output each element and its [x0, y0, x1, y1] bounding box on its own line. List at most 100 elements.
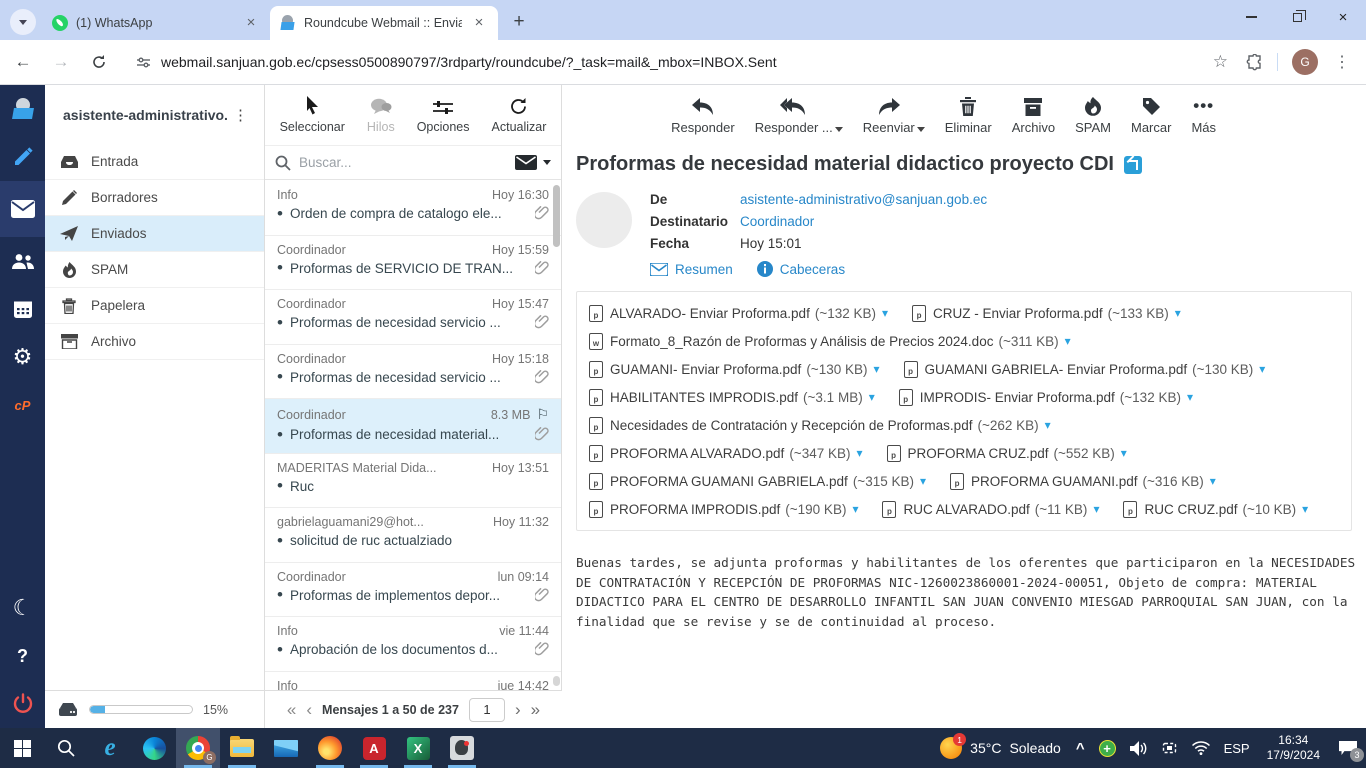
- headers-link[interactable]: Cabeceras: [756, 261, 845, 277]
- reply-all-button[interactable]: Responder ...: [755, 94, 833, 135]
- logout-button[interactable]: [0, 680, 45, 728]
- rail-item-mail[interactable]: [0, 181, 45, 237]
- attachment-item[interactable]: p PROFORMA GUAMANI.pdf (~316 KB) ▾: [950, 467, 1216, 495]
- tray-expand-icon[interactable]: ^: [1069, 740, 1092, 757]
- volume-icon[interactable]: [1123, 740, 1154, 756]
- close-tab-icon[interactable]: ×: [470, 14, 488, 32]
- taskbar-excel-button[interactable]: X: [396, 728, 440, 768]
- message-row-selected[interactable]: Coordinador 8.3 MB ⚐ • Proformas de necesid…: [265, 399, 561, 454]
- taskbar-ie-button[interactable]: e: [88, 728, 132, 768]
- folder-item-papelera[interactable]: Papelera: [45, 288, 264, 324]
- clock[interactable]: 16:34 17/9/2024: [1257, 733, 1330, 763]
- profile-avatar[interactable]: G: [1292, 49, 1318, 75]
- dark-mode-toggle[interactable]: ☾: [0, 584, 45, 632]
- minimize-button[interactable]: [1228, 0, 1274, 34]
- attachment-menu-icon[interactable]: ▾: [1065, 334, 1071, 348]
- next-page-button[interactable]: ›: [515, 701, 521, 718]
- message-row[interactable]: gabrielaguamani29@hot... Hoy 11:32 • solic…: [265, 508, 561, 563]
- attachment-item[interactable]: p RUC CRUZ.pdf (~10 KB) ▾: [1123, 495, 1308, 523]
- summary-link[interactable]: Resumen: [650, 262, 733, 277]
- attachment-item[interactable]: p Necesidades de Contratación y Recepción…: [589, 411, 1051, 439]
- close-window-button[interactable]: ×: [1320, 0, 1366, 34]
- attachment-item[interactable]: p ALVARADO- Enviar Proforma.pdf (~132 KB) ▾: [589, 299, 888, 327]
- prev-page-button[interactable]: ‹: [306, 701, 312, 718]
- first-page-button[interactable]: «: [287, 701, 296, 718]
- message-row[interactable]: Coordinador Hoy 15:47 • Proformas de neces…: [265, 290, 561, 345]
- attachment-item[interactable]: p GUAMANI- Enviar Proforma.pdf (~130 KB) ▾: [589, 355, 880, 383]
- address-bar[interactable]: webmail.sanjuan.gob.ec/cpsess0500890797/…: [124, 46, 1193, 78]
- quota-widget[interactable]: 15%: [45, 691, 265, 728]
- back-button[interactable]: ←: [8, 47, 38, 77]
- message-row[interactable]: Coordinador Hoy 15:59 • Proformas de SERVI…: [265, 236, 561, 290]
- folder-item-spam[interactable]: SPAM: [45, 252, 264, 288]
- search-scope-button[interactable]: [515, 155, 551, 170]
- delete-button[interactable]: Eliminar: [945, 94, 992, 135]
- attachment-menu-icon[interactable]: ▾: [852, 502, 858, 516]
- message-row[interactable]: Info vie 11:44 • Aprobación de los documen…: [265, 617, 561, 672]
- attachment-item[interactable]: p PROFORMA IMPRODIS.pdf (~190 KB) ▾: [589, 495, 858, 523]
- roundcube-logo[interactable]: [0, 85, 45, 133]
- attachment-item[interactable]: p GUAMANI GABRIELA- Enviar Proforma.pdf (~…: [903, 355, 1265, 383]
- weather-widget[interactable]: 1 35°C Soleado: [932, 733, 1069, 759]
- attachment-item[interactable]: w Formato_8_Razón de Proformas y Análisis…: [589, 327, 1071, 355]
- mark-button[interactable]: Marcar: [1131, 94, 1171, 135]
- taskbar-chrome-button[interactable]: G: [176, 728, 220, 768]
- list-scrollbar[interactable]: [553, 185, 560, 247]
- forward-button[interactable]: Reenviar: [863, 94, 915, 135]
- refresh-button[interactable]: Actualizar: [492, 94, 546, 134]
- attachment-menu-icon[interactable]: ▾: [869, 390, 875, 404]
- attachment-item[interactable]: p PROFORMA ALVARADO.pdf (~347 KB) ▾: [589, 439, 863, 467]
- start-button[interactable]: [0, 728, 44, 768]
- attachment-menu-icon[interactable]: ▾: [920, 474, 926, 488]
- folder-item-archivo[interactable]: Archivo: [45, 324, 264, 360]
- attachment-menu-icon[interactable]: ▾: [856, 446, 862, 460]
- attachment-item[interactable]: p IMPRODIS- Enviar Proforma.pdf (~132 KB) ▾: [898, 383, 1193, 411]
- message-row[interactable]: Coordinador lun 09:14 • Proformas de imple…: [265, 563, 561, 617]
- folder-item-borradores[interactable]: Borradores: [45, 180, 264, 216]
- last-page-button[interactable]: »: [531, 701, 540, 718]
- close-tab-icon[interactable]: ×: [242, 14, 260, 32]
- taskbar-acrobat-button[interactable]: A: [352, 728, 396, 768]
- search-input[interactable]: [299, 155, 515, 170]
- message-row[interactable]: MADERITAS Material Dida... Hoy 13:51 • Ruc: [265, 454, 561, 508]
- attachment-item[interactable]: p HABILITANTES IMPRODIS.pdf (~3.1 MB) ▾: [589, 383, 875, 411]
- rail-item-settings[interactable]: ⚙: [0, 333, 45, 381]
- forward-caret[interactable]: [916, 127, 925, 132]
- site-settings-icon[interactable]: [136, 55, 151, 70]
- rail-item-contacts[interactable]: [0, 237, 45, 285]
- taskbar-search-button[interactable]: [44, 728, 88, 768]
- antivirus-tray-icon[interactable]: +: [1092, 739, 1123, 757]
- forward-button[interactable]: →: [46, 47, 76, 77]
- attachment-menu-icon[interactable]: ▾: [1210, 474, 1216, 488]
- taskbar-firefox-button[interactable]: [308, 728, 352, 768]
- attachment-item[interactable]: p PROFORMA GUAMANI GABRIELA.pdf (~315 KB) ▾: [589, 467, 926, 495]
- tab-whatsapp[interactable]: (1) WhatsApp ×: [42, 6, 270, 40]
- attachment-menu-icon[interactable]: ▾: [1045, 418, 1051, 432]
- list-scrollbar-end[interactable]: [553, 676, 560, 686]
- attachment-menu-icon[interactable]: ▾: [1259, 362, 1265, 376]
- cast-icon[interactable]: [1154, 741, 1185, 755]
- archive-button[interactable]: Archivo: [1012, 94, 1055, 135]
- open-in-new-window-icon[interactable]: [1123, 155, 1142, 174]
- folder-item-enviados[interactable]: Enviados: [45, 216, 264, 252]
- attachment-menu-icon[interactable]: ▾: [1093, 502, 1099, 516]
- attachment-menu-icon[interactable]: ▾: [1175, 306, 1181, 320]
- taskbar-explorer-button[interactable]: [220, 728, 264, 768]
- taskbar-edge-button[interactable]: [132, 728, 176, 768]
- reply-button[interactable]: Responder: [671, 94, 735, 135]
- attachment-item[interactable]: p PROFORMA CRUZ.pdf (~552 KB) ▾: [886, 439, 1127, 467]
- flag-icon[interactable]: ⚐: [536, 406, 549, 423]
- tab-search-button[interactable]: [10, 9, 36, 35]
- rail-item-compose[interactable]: [0, 133, 45, 181]
- taskbar-java-app-button[interactable]: [440, 728, 484, 768]
- new-tab-button[interactable]: +: [506, 9, 532, 35]
- account-menu-icon[interactable]: ⋮: [227, 102, 254, 128]
- select-button[interactable]: Seleccionar: [280, 94, 345, 134]
- message-row[interactable]: Info jue 14:42: [265, 672, 561, 691]
- attachment-menu-icon[interactable]: ▾: [873, 362, 879, 376]
- folder-item-entrada[interactable]: Entrada: [45, 144, 264, 180]
- message-row[interactable]: Info Hoy 16:30 • Orden de compra de catalo…: [265, 181, 561, 236]
- help-button[interactable]: ?: [0, 632, 45, 680]
- message-row[interactable]: Coordinador Hoy 15:18 • Proformas de neces…: [265, 345, 561, 399]
- page-number-input[interactable]: [468, 697, 505, 722]
